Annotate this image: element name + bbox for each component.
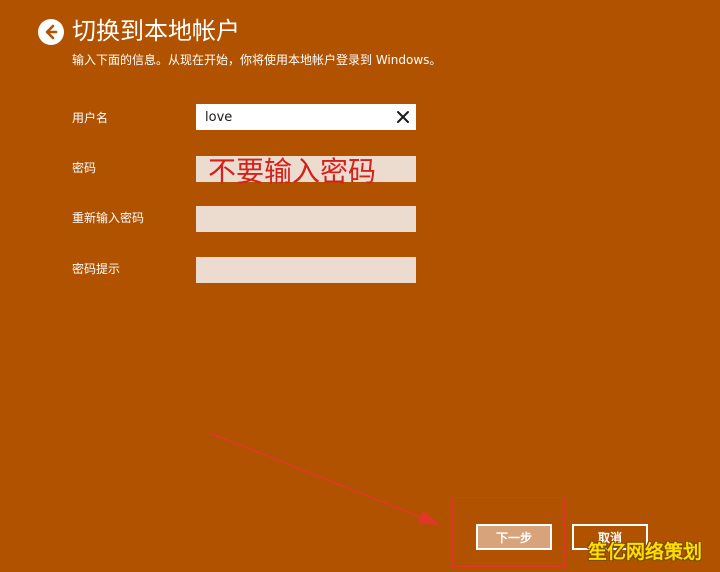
annotation-arrow <box>209 432 440 525</box>
watermark: 笙亿网络策划 <box>588 541 703 563</box>
next-button[interactable]: 下一步 <box>476 524 552 550</box>
